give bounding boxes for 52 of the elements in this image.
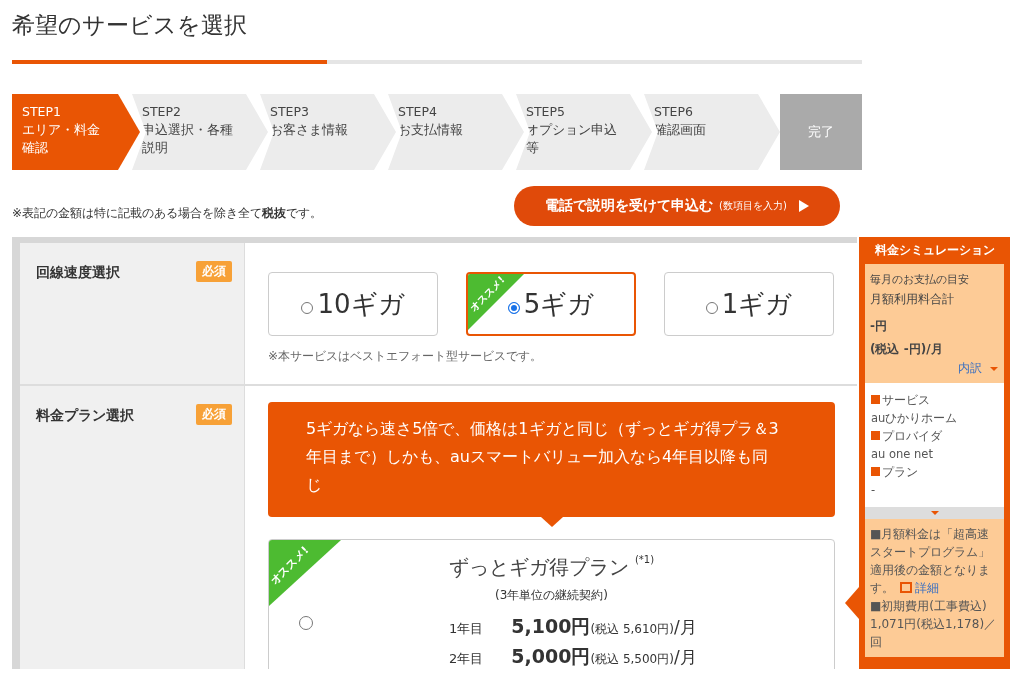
section-title: 料金プラン選択 xyxy=(36,406,134,425)
year-label: 2年目 xyxy=(449,650,484,668)
phone-apply-button[interactable]: 電話で説明を受けて申込む (数項目を入力) xyxy=(514,186,840,226)
option-label: 5ギガ xyxy=(523,287,595,321)
required-badge: 必須 xyxy=(196,261,232,282)
speed-option[interactable]: 10ギガ xyxy=(268,272,438,336)
square-icon xyxy=(871,395,880,404)
required-badge: 必須 xyxy=(196,404,232,425)
window-icon xyxy=(900,582,912,593)
year-label: 1年目 xyxy=(449,620,484,638)
speed-option[interactable]: 1ギガ xyxy=(664,272,834,336)
caret-icon xyxy=(930,511,939,515)
radio-button[interactable] xyxy=(705,302,718,314)
item-heading: サービス xyxy=(882,393,930,407)
promo-banner: 5ギガなら速さ5倍で、価格は1ギガと同じ（ずっとギガ得プラ＆3年目まで）しかも、auスマートバリュー加入なら4年目以降も同じ xyxy=(268,402,835,517)
breakdown-link[interactable]: 内訳 xyxy=(958,360,982,377)
square-icon xyxy=(871,467,880,476)
radio-button[interactable] xyxy=(299,616,313,630)
total-label: 月額利用料合計 xyxy=(870,291,955,308)
service-note: ※本サービスはベストエフォート型サービスです。 xyxy=(268,348,544,365)
section-title: 回線速度選択 xyxy=(36,263,120,282)
recommended-ribbon: オススメ! xyxy=(269,540,341,606)
option-label: 10ギガ xyxy=(317,287,405,321)
price-text: 5,100円(税込 5,610円)/月 xyxy=(511,614,697,639)
panel-title: 料金シミュレーション xyxy=(873,242,996,259)
initial-fee-value: 1,071円(税込1,178)／回 xyxy=(870,616,998,651)
item-value: au one net xyxy=(871,446,934,463)
pointer-icon xyxy=(540,517,563,527)
page-title: 希望のサービスを選択 xyxy=(12,11,248,40)
recommended-ribbon: オススメ! xyxy=(468,274,524,330)
amount-tax-text: (税込 -円)/月 xyxy=(870,341,944,358)
radio-button[interactable] xyxy=(301,302,314,314)
option-label: 1ギガ xyxy=(721,287,793,321)
square-icon xyxy=(871,431,880,440)
plan-term: (3年単位の継続契約) xyxy=(494,587,609,604)
item-value: auひかりホーム xyxy=(871,410,959,427)
radio-button[interactable] xyxy=(507,302,520,314)
caret-icon xyxy=(990,366,998,371)
price-text: 5,000円(税込 5,500円)/月 xyxy=(511,644,697,669)
detail-link[interactable]: 詳細 xyxy=(900,581,939,595)
amount-text: -円 xyxy=(870,318,888,335)
speed-option[interactable]: オススメ! 5ギガ xyxy=(466,272,636,336)
footnote-mark: (*1) xyxy=(634,554,655,565)
tax-note: ※表記の金額は特に記載のある場合を除き全て税抜です。 xyxy=(12,204,323,222)
item-value: - xyxy=(871,482,877,499)
item-heading: プラン xyxy=(882,465,918,479)
plan-name: ずっとギガ得プラン xyxy=(448,555,629,579)
fee-note: ■月額料金は「超高速スタートプログラム」適用後の金額となります。 詳細 xyxy=(870,526,991,597)
item-heading: プロバイダ xyxy=(882,429,942,443)
play-icon xyxy=(798,200,809,212)
summary-caption: 毎月のお支払の目安 xyxy=(870,272,970,287)
initial-fee-label: ■初期費用(工事費込) xyxy=(870,598,988,615)
